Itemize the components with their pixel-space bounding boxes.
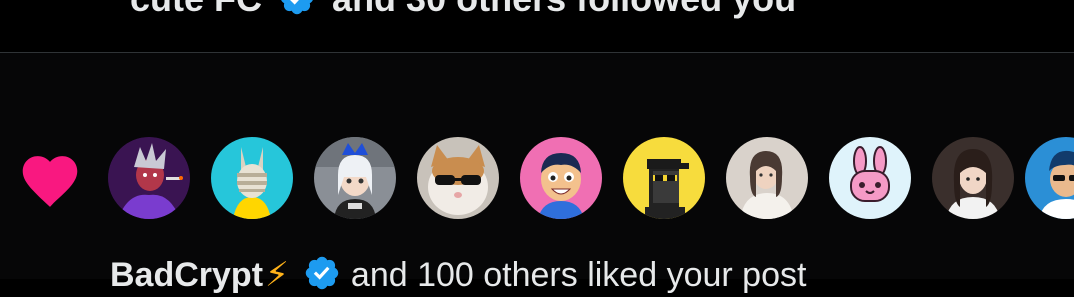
avatar[interactable] xyxy=(726,137,808,219)
avatar[interactable] xyxy=(520,137,602,219)
previous-notification-text: cute FC and 30 others followed you xyxy=(130,0,796,20)
verified-badge-icon xyxy=(281,0,313,15)
caption-text: and 100 others liked your post xyxy=(350,256,807,294)
avatar[interactable] xyxy=(932,137,1014,219)
avatar[interactable] xyxy=(211,137,293,219)
heart-icon xyxy=(22,156,78,207)
avatar[interactable] xyxy=(314,137,396,219)
liker-avatars xyxy=(108,137,1074,219)
like-notification[interactable]: BadCrypt⚡ and 100 others liked your post xyxy=(0,53,1074,295)
lightning-emoji: ⚡ xyxy=(265,255,289,295)
verified-badge-icon xyxy=(305,256,339,290)
previous-notification-name: cute FC xyxy=(130,0,262,19)
avatar[interactable] xyxy=(1025,137,1074,219)
avatar[interactable] xyxy=(108,137,190,219)
avatar[interactable] xyxy=(829,137,911,219)
previous-notification[interactable]: cute FC and 30 others followed you xyxy=(0,0,1074,53)
avatar[interactable] xyxy=(417,137,499,219)
previous-notification-rest: and 30 others followed you xyxy=(332,0,796,19)
user-name-link[interactable]: BadCrypt xyxy=(110,256,263,294)
like-caption: BadCrypt⚡ and 100 others liked your post xyxy=(110,253,806,297)
avatar[interactable] xyxy=(623,137,705,219)
